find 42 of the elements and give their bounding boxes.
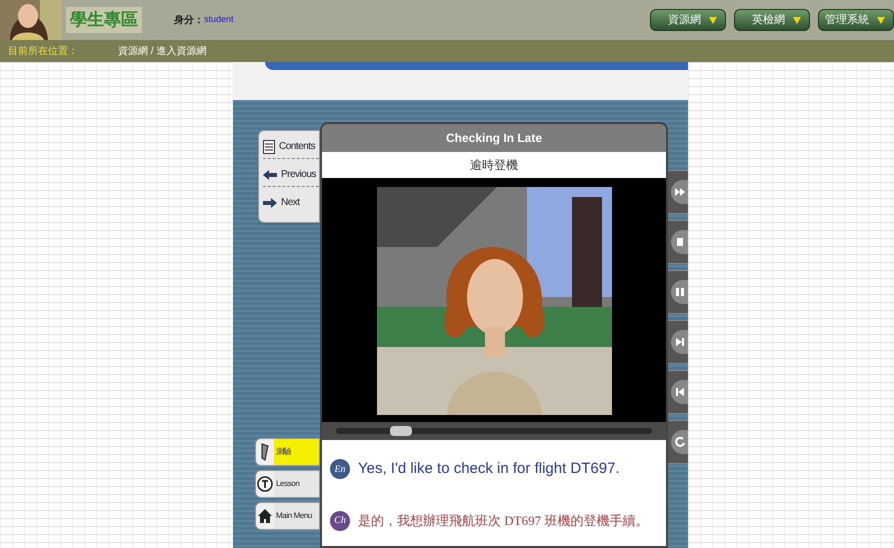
language-badge: En xyxy=(330,459,350,480)
progress-thumb[interactable] xyxy=(390,426,412,436)
identity-label: 身分： xyxy=(174,14,204,28)
caret-icon xyxy=(793,16,801,24)
skip-forward-icon xyxy=(674,336,686,348)
lesson-title: Checking In Late xyxy=(322,124,666,152)
nav-button[interactable]: Next xyxy=(263,195,319,214)
right-arrow-icon xyxy=(263,198,277,208)
media-control-button[interactable] xyxy=(668,170,688,214)
menu-button[interactable]: 英檢網 xyxy=(734,9,810,31)
nav-button[interactable]: Previous xyxy=(263,167,319,187)
pause-icon xyxy=(674,286,686,298)
replay-icon xyxy=(674,436,686,448)
caret-icon xyxy=(709,16,717,24)
sentence-text: Yes, I'd like to check in for flight DT697. xyxy=(358,459,620,479)
media-control-button[interactable] xyxy=(668,420,688,464)
progress-track[interactable] xyxy=(336,428,652,434)
left-arrow-icon xyxy=(263,170,277,180)
menu-button[interactable]: 管理系統 xyxy=(818,9,894,31)
mode-button[interactable]: Lesson xyxy=(255,470,320,498)
menu-button[interactable]: 資源網 xyxy=(650,9,726,31)
mode-button[interactable]: Main Menu xyxy=(255,502,320,530)
pencil-icon xyxy=(259,443,271,461)
media-control-button[interactable] xyxy=(668,270,688,314)
identity-value: student xyxy=(204,13,234,26)
caret-icon xyxy=(877,16,885,24)
breadcrumb-path: 資源網 / 進入資源網 xyxy=(118,44,206,58)
breadcrumb-label: 目前所在位置： xyxy=(8,44,78,58)
letter-t-circle-icon xyxy=(257,476,273,492)
list-icon xyxy=(263,140,275,154)
lesson-subtitle: 逾時登機 xyxy=(322,152,666,178)
mode-button[interactable]: 測驗 xyxy=(255,438,320,466)
media-control-button[interactable] xyxy=(668,320,688,364)
fast-forward-icon xyxy=(674,186,686,198)
logo-text: 學生專區 xyxy=(66,7,142,33)
house-icon xyxy=(257,508,273,524)
skip-back-icon xyxy=(674,386,686,398)
sentence-text: 是的，我想辦理飛航班次 DT697 班機的登機手續。 xyxy=(358,512,648,530)
nav-button[interactable]: Contents xyxy=(263,139,319,159)
media-control-button[interactable] xyxy=(668,370,688,414)
media-control-button[interactable] xyxy=(668,220,688,264)
language-badge: Ch xyxy=(330,510,350,530)
